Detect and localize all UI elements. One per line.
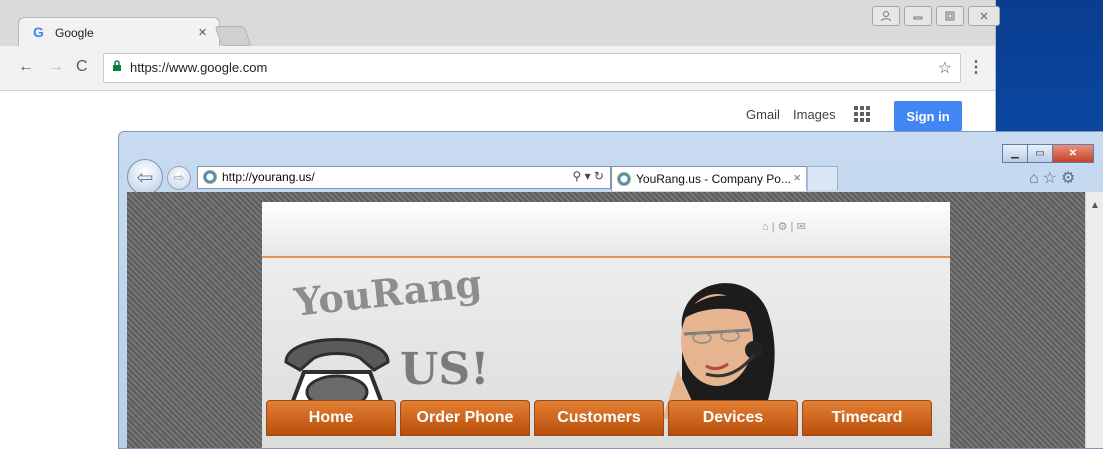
lock-icon [112,60,122,75]
ie-url-text: http://yourang.us/ [222,170,315,184]
chrome-menu-icon[interactable]: ⋮ [968,57,984,77]
logo-text-us: US! [400,344,490,395]
forward-arrow-icon[interactable]: → [48,58,64,76]
gmail-link[interactable]: Gmail [746,107,780,122]
ie-tab-favicon-icon [617,172,631,186]
nav-customers[interactable]: Customers [534,400,664,436]
google-favicon-icon: G [33,24,44,40]
ie-new-tab-button[interactable] [806,166,838,190]
site-nav: Home Order Phone Customers Devices Timec… [266,400,932,436]
new-tab-button[interactable] [214,26,252,46]
ie-tab-yourang[interactable]: YouRang.us - Company Po... × [611,166,808,191]
bookmark-star-icon[interactable]: ☆ [938,58,952,78]
settings-gear-icon[interactable]: ⚙ [1061,170,1079,187]
home-icon[interactable]: ⌂ [1029,170,1043,187]
back-arrow-icon[interactable]: ← [18,58,34,76]
apps-grid-icon[interactable] [854,106,870,122]
ie-close-icon[interactable]: ✕ [1052,144,1094,163]
nav-home[interactable]: Home [266,400,396,436]
ie-page-icon [203,170,217,184]
sign-in-button[interactable]: Sign in [894,101,962,131]
reload-icon[interactable]: C [76,58,88,76]
ie-window: ▁ ▭ ✕ ⇦ ⇨ http://yourang.us/ ⚲ ▾ ↻ YouRa… [118,131,1103,449]
site-header-icons[interactable]: ⌂ | ⚙ | ✉ [762,220,806,233]
close-icon[interactable] [968,6,1000,26]
ie-maximize-icon[interactable]: ▭ [1027,144,1053,163]
chrome-tabbar: G Google × [0,0,1000,48]
maximize-icon[interactable] [936,6,964,26]
chrome-toolbar: ← → C https://www.google.com ☆ ⋮ [0,46,995,91]
ie-address-bar[interactable]: http://yourang.us/ ⚲ ▾ ↻ [197,166,611,189]
chrome-tab-title: Google [55,26,94,40]
images-link[interactable]: Images [793,107,836,122]
minimize-icon[interactable] [904,6,932,26]
site-banner: YouRang US! Home Order Phone Customers D… [262,258,950,448]
chrome-url-text: https://www.google.com [130,60,268,75]
favorites-star-icon[interactable]: ☆ [1043,170,1061,187]
scroll-up-arrow-icon[interactable]: ▲ [1090,200,1100,211]
logo-text-yourang: YouRang [292,260,484,325]
ie-search-refresh-icons[interactable]: ⚲ ▾ ↻ [572,169,604,183]
tab-close-icon[interactable]: × [198,24,207,41]
support-agent-image [662,283,775,420]
nav-order-phone[interactable]: Order Phone [400,400,530,436]
site-header: ⌂ | ⚙ | ✉ [262,202,950,258]
chrome-tab-google[interactable]: G Google × [18,17,220,48]
yourang-site: ⌂ | ⚙ | ✉ YouRang US! Home Order Phone C… [262,202,950,448]
ie-forward-button[interactable]: ⇨ [167,166,191,190]
ie-page-viewport: ⌂ | ⚙ | ✉ YouRang US! Home Order Phone C… [127,192,1085,448]
ie-back-button[interactable]: ⇦ [127,159,163,195]
ie-tab-close-icon[interactable]: × [793,170,801,185]
nav-timecard[interactable]: Timecard [802,400,932,436]
ie-right-toolbar: ⌂☆⚙ [1029,168,1079,188]
chrome-address-bar[interactable]: https://www.google.com ☆ [103,53,961,83]
profile-icon[interactable] [872,6,900,26]
chrome-window-controls [872,6,1000,26]
ie-tab-title: YouRang.us - Company Po... [636,172,791,186]
ie-vertical-scrollbar[interactable]: ▲ [1085,192,1103,448]
ie-minimize-icon[interactable]: ▁ [1002,144,1028,163]
ie-window-controls: ▁ ▭ ✕ [1002,144,1094,163]
nav-devices[interactable]: Devices [668,400,798,436]
